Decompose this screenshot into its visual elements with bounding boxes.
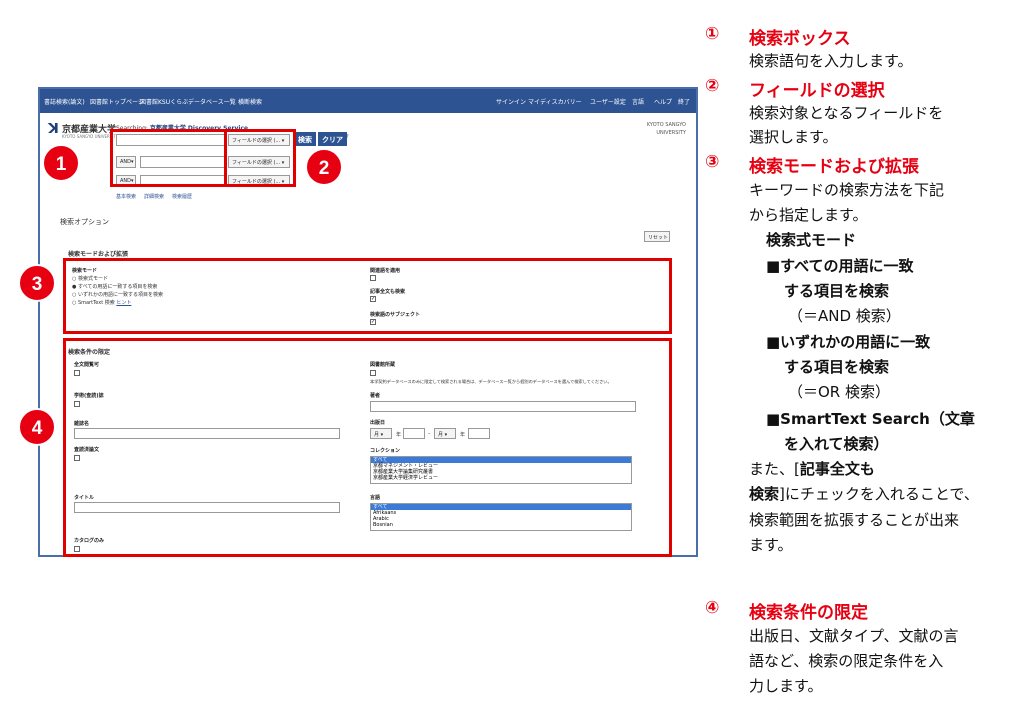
note-2-number: ② xyxy=(705,76,720,96)
nav-item[interactable]: 図書館トップページ xyxy=(90,97,144,106)
mode-note-or: する項目を検索 xyxy=(784,358,890,376)
note-4-text: 語など、検索の限定条件を入 xyxy=(749,652,944,670)
nav-folder[interactable]: マイディスカバリー xyxy=(528,97,582,106)
institution-name: KYOTO SANGYO UNIVERSITY xyxy=(646,122,686,136)
note-3-text: キーワードの検索方法を下記 xyxy=(749,181,945,199)
top-navigation-bar: 書誌検索(論文) 図書館トップページ 図書館KSUくらぶ データベース一覧 横断… xyxy=(40,89,696,113)
note-4-number: ④ xyxy=(705,598,720,618)
mode-note-smarttext: ■SmartText Search（文章 xyxy=(766,410,975,428)
note-3-text: から指定します。 xyxy=(749,206,868,224)
mode-note-and: する項目を検索 xyxy=(784,282,890,300)
note-3-title: 検索モードおよび拡張 xyxy=(749,157,919,177)
nav-preferences[interactable]: ユーザー設定 xyxy=(590,97,626,106)
nav-exit[interactable]: 終了 xyxy=(678,97,690,106)
note-3-number: ③ xyxy=(705,152,720,172)
nav-item[interactable]: 書誌検索(論文) xyxy=(44,97,85,106)
nav-item[interactable]: 図書館KSUくらぶ xyxy=(140,97,188,106)
advanced-search-link[interactable]: 詳細検索 xyxy=(144,193,164,200)
badge-2: 2 xyxy=(305,148,343,186)
note-4-text: 力します。 xyxy=(749,677,823,695)
basic-search-link[interactable]: 基本検索 xyxy=(116,193,136,200)
nav-help[interactable]: ヘルプ xyxy=(654,97,672,106)
note-1-text: 検索語句を入力します。 xyxy=(749,52,913,70)
highlight-search-modes xyxy=(63,258,672,334)
reset-button[interactable]: リセット xyxy=(644,231,670,242)
note-1-title: 検索ボックス xyxy=(749,29,851,49)
note-2-title: フィールドの選択 xyxy=(749,81,885,101)
search-options-title: 検索オプション xyxy=(60,218,109,226)
fulltext-note: 検索]にチェックを入れることで、 xyxy=(749,485,979,503)
mode-note-and: ■すべての用語に一致 xyxy=(766,257,914,275)
badge-4: 4 xyxy=(18,408,56,446)
note-2-text: 検索対象となるフィールドを xyxy=(749,104,944,122)
mode-note-heading: 検索式モード xyxy=(766,231,857,249)
search-button[interactable]: 検索 xyxy=(294,132,316,146)
note-4-title: 検索条件の限定 xyxy=(749,603,868,623)
university-logo-icon: ꓘ xyxy=(48,121,59,137)
search-history-link[interactable]: 検索履歴 xyxy=(172,193,192,200)
note-1-number: ① xyxy=(705,24,720,44)
search-modes-heading: 検索モードおよび拡張 xyxy=(68,251,129,258)
highlight-field-select xyxy=(224,129,296,187)
mode-note-or: ■いずれかの用語に一致 xyxy=(766,333,931,351)
mode-note-and: （＝AND 検索） xyxy=(788,307,901,325)
nav-language[interactable]: 言語 xyxy=(632,97,644,106)
nav-signin[interactable]: サインイン xyxy=(496,97,526,106)
fulltext-note: ます。 xyxy=(749,536,793,554)
help-icon[interactable]: ? xyxy=(346,134,349,140)
mode-note-smarttext: を入れて検索） xyxy=(784,435,889,453)
badge-1: 1 xyxy=(42,144,80,182)
fulltext-note: また、[記事全文も xyxy=(749,460,875,478)
highlight-search-box xyxy=(110,129,227,187)
mode-note-or: （＝OR 検索） xyxy=(788,383,890,401)
nav-item[interactable]: 横断検索 xyxy=(238,97,262,106)
fulltext-note: 検索範囲を拡張することが出来 xyxy=(749,511,960,529)
badge-3: 3 xyxy=(18,264,56,302)
nav-item[interactable]: データベース一覧 xyxy=(188,97,236,106)
note-2-text: 選択します。 xyxy=(749,128,838,146)
note-4-text: 出版日、文献タイプ、文献の言 xyxy=(749,627,959,645)
highlight-limit-results xyxy=(63,338,672,557)
clear-button[interactable]: クリア xyxy=(318,132,347,146)
